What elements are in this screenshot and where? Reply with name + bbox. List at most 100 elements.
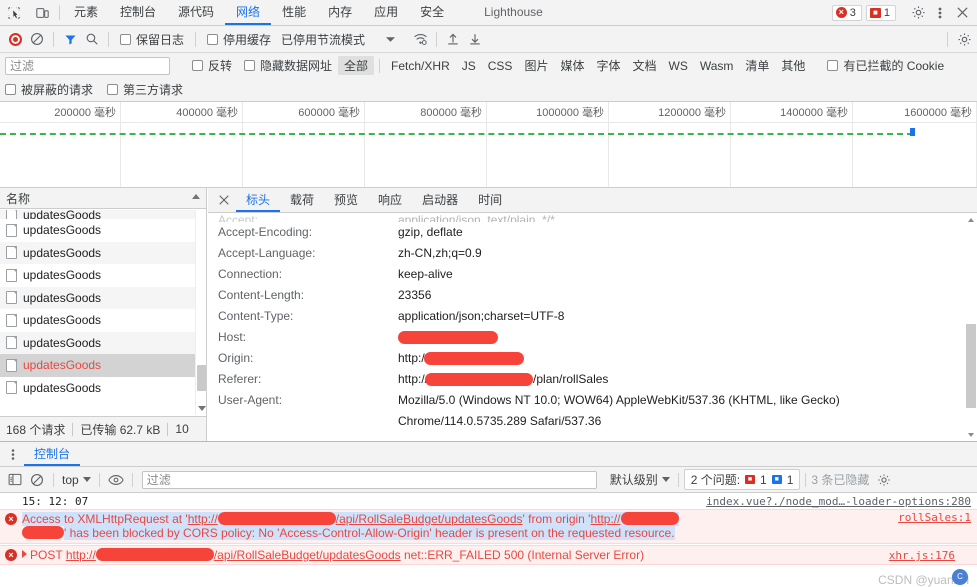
scrollbar-thumb[interactable] — [966, 324, 976, 408]
tab-elements[interactable]: 元素 — [63, 0, 109, 25]
detail-panel-scrollbar[interactable] — [965, 214, 977, 441]
log-level-selector[interactable]: 默认级别 — [607, 471, 673, 488]
export-har-icon[interactable] — [464, 28, 486, 50]
tab-response[interactable]: 响应 — [368, 188, 412, 212]
filter-type-fetch-xhr[interactable]: Fetch/XHR — [385, 58, 456, 74]
close-icon[interactable] — [951, 2, 973, 24]
hide-data-urls-checkbox[interactable]: 隐藏数据网址 — [244, 57, 332, 74]
blocked-cookies-checkbox[interactable]: 有已拦截的 Cookie — [827, 57, 944, 74]
tab-security[interactable]: 安全 — [409, 0, 455, 25]
kebab-menu-icon[interactable] — [2, 442, 24, 466]
warning-count-badge[interactable]: ■ 1 — [865, 4, 896, 21]
blocked-requests-box[interactable] — [5, 84, 16, 95]
chevron-down-icon[interactable] — [379, 28, 401, 50]
tab-network[interactable]: 网络 — [225, 0, 272, 25]
network-settings-gear-icon[interactable] — [953, 28, 975, 50]
console-error-message[interactable]: × Access to XMLHttpRequest at 'http:///a… — [0, 509, 977, 544]
throttling-select[interactable]: 已停用节流模式 — [281, 31, 365, 48]
filter-type-js[interactable]: JS — [456, 58, 482, 74]
clear-console-icon[interactable] — [26, 469, 48, 491]
issues-button[interactable]: 2 个问题: ■ 1 ■ 1 — [683, 469, 801, 490]
console-filter-input[interactable]: 过滤 — [141, 470, 597, 489]
request-list-scrollbar[interactable] — [195, 210, 206, 415]
disable-cache-checkbox[interactable]: 停用缓存 — [207, 31, 271, 48]
table-row[interactable]: updatesGoods — [0, 309, 206, 332]
network-filter-input[interactable]: 过滤 — [5, 56, 170, 75]
table-row-selected[interactable]: updatesGoods — [0, 354, 206, 377]
preserve-log-checkbox[interactable]: 保留日志 — [120, 31, 184, 48]
device-toolbar-icon[interactable] — [28, 0, 56, 25]
filter-type-css[interactable]: CSS — [482, 58, 519, 74]
close-icon[interactable] — [212, 188, 236, 212]
filter-type-ws[interactable]: WS — [663, 58, 694, 74]
table-row[interactable]: updatesGoods — [0, 219, 206, 242]
third-party-checkbox[interactable]: 第三方请求 — [107, 81, 183, 98]
filter-type-wasm[interactable]: Wasm — [694, 58, 740, 74]
blocked-requests-checkbox[interactable]: 被屏蔽的请求 — [5, 81, 93, 98]
tab-console[interactable]: 控制台 — [109, 0, 167, 25]
tab-preview[interactable]: 预览 — [324, 188, 368, 212]
tab-initiator[interactable]: 启动器 — [412, 188, 468, 212]
scrollbar-thumb[interactable] — [197, 365, 206, 391]
tab-headers[interactable]: 标头 — [236, 188, 281, 212]
console-source-link[interactable]: index.vue?./node_mod…-loader-options:280 — [706, 495, 971, 508]
invert-box[interactable] — [192, 60, 203, 71]
table-row[interactable]: updatesGoods — [0, 264, 206, 287]
console-error-url-path[interactable]: /api/RollSaleBudget/updatesGoods — [336, 512, 523, 526]
disable-cache-box[interactable] — [207, 33, 219, 45]
invert-checkbox[interactable]: 反转 — [192, 57, 232, 74]
inspect-element-icon[interactable] — [0, 0, 28, 25]
table-row[interactable]: updatesGoods — [0, 241, 206, 264]
preserve-log-box[interactable] — [120, 33, 131, 45]
filter-type-manifest[interactable]: 清单 — [739, 56, 775, 75]
execution-context-selector[interactable]: top — [59, 473, 94, 487]
tab-timing[interactable]: 时间 — [468, 188, 512, 212]
record-button[interactable] — [4, 28, 26, 50]
gear-icon[interactable] — [907, 2, 929, 24]
blocked-cookies-box[interactable] — [827, 60, 839, 71]
filter-icon[interactable] — [59, 28, 81, 50]
filter-type-font[interactable]: 字体 — [590, 56, 626, 75]
hide-data-urls-box[interactable] — [244, 60, 256, 71]
live-expression-icon[interactable] — [105, 469, 127, 491]
filter-type-doc[interactable]: 文档 — [626, 56, 662, 75]
third-party-box[interactable] — [107, 84, 119, 95]
console-source-link[interactable]: rollSales:1 — [898, 511, 971, 524]
filter-type-img[interactable]: 图片 — [518, 56, 554, 75]
scroll-down-arrow-icon[interactable] — [198, 406, 206, 411]
tab-sources[interactable]: 源代码 — [167, 0, 225, 25]
show-console-sidebar-icon[interactable] — [4, 469, 26, 491]
tab-payload[interactable]: 载荷 — [280, 188, 324, 212]
console-source-link[interactable]: xhr.js:176 — [889, 549, 955, 562]
tab-application[interactable]: 应用 — [363, 0, 409, 25]
console-url-path[interactable]: /api/RollSaleBudget/updatesGoods — [214, 548, 401, 562]
import-har-icon[interactable] — [442, 28, 464, 50]
table-row[interactable]: updatesGoods — [0, 331, 206, 354]
console-error-origin-scheme[interactable]: http:// — [590, 512, 620, 526]
request-list-header[interactable]: 名称 — [0, 188, 206, 209]
sort-ascending-icon[interactable] — [192, 194, 200, 199]
error-count-badge[interactable]: × 3 — [831, 4, 862, 21]
table-row[interactable]: updatesGoods — [0, 210, 206, 219]
console-error-message[interactable]: × POST http:// /api/RollSaleBudget/update… — [0, 545, 977, 565]
kebab-menu-icon[interactable] — [929, 2, 951, 24]
scroll-up-arrow-icon[interactable] — [968, 218, 974, 222]
network-overview-timeline[interactable]: 200000 毫秒 400000 毫秒 600000 毫秒 800000 毫秒 … — [0, 102, 977, 188]
tab-memory[interactable]: 内存 — [317, 0, 363, 25]
table-row[interactable]: updatesGoods — [0, 377, 206, 400]
expand-triangle-icon[interactable] — [22, 550, 27, 558]
filter-type-other[interactable]: 其他 — [775, 56, 811, 75]
table-row[interactable]: updatesGoods — [0, 286, 206, 309]
network-conditions-icon[interactable] — [409, 28, 431, 50]
tab-lighthouse[interactable]: Lighthouse — [473, 0, 554, 25]
scroll-down-arrow-icon[interactable] — [968, 433, 974, 437]
console-error-url-scheme[interactable]: http:// — [188, 512, 218, 526]
search-icon[interactable] — [81, 28, 103, 50]
filter-type-all[interactable]: 全部 — [338, 56, 375, 75]
console-url-scheme[interactable]: http:// — [66, 548, 96, 562]
clear-button[interactable] — [26, 28, 48, 50]
tab-drawer-console[interactable]: 控制台 — [24, 442, 81, 466]
console-settings-gear-icon[interactable] — [873, 469, 895, 491]
tab-performance[interactable]: 性能 — [271, 0, 317, 25]
filter-type-media[interactable]: 媒体 — [554, 56, 590, 75]
